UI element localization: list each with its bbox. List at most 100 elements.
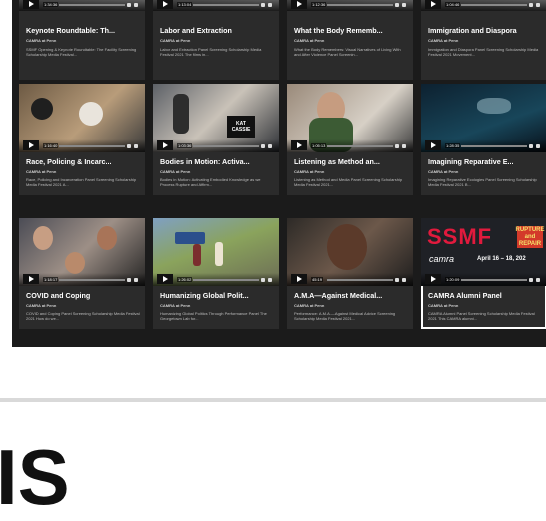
progress-bar[interactable] xyxy=(327,4,393,6)
play-icon[interactable] xyxy=(23,140,39,150)
gear-icon[interactable] xyxy=(395,3,399,7)
gear-icon[interactable] xyxy=(261,3,265,7)
video-title[interactable]: CAMRA Alumni Panel xyxy=(428,291,542,300)
video-thumbnail[interactable]: 1:04:46 xyxy=(421,0,546,11)
channel-name[interactable]: CAMRA at Penn xyxy=(160,169,190,174)
video-thumbnail[interactable]: KAT CASSIE 1:03:36 xyxy=(153,84,279,152)
video-title[interactable]: What the Body Rememb... xyxy=(294,26,408,35)
video-thumbnail[interactable]: 1:12:36 xyxy=(287,0,413,11)
progress-bar[interactable] xyxy=(193,145,259,147)
video-card-info[interactable]: What the Body Rememb... CAMRA at Penn Wh… xyxy=(287,16,413,80)
progress-bar[interactable] xyxy=(461,279,527,281)
video-card[interactable]: SSMF RUPTURE and REPAIR camra April 16 –… xyxy=(421,218,546,329)
play-icon[interactable] xyxy=(291,274,307,284)
gear-icon[interactable] xyxy=(395,278,399,282)
video-thumbnail[interactable]: 1:34:36 xyxy=(19,0,145,11)
progress-bar[interactable] xyxy=(327,279,393,281)
play-icon[interactable] xyxy=(23,274,39,284)
channel-name[interactable]: CAMRA at Penn xyxy=(160,38,190,43)
video-card[interactable]: 1:12:36 xyxy=(287,0,413,16)
video-thumbnail[interactable]: 1:18:17 xyxy=(19,218,145,286)
video-card[interactable]: 1:05:13 Listening as Method an... CAMRA … xyxy=(287,84,413,195)
gear-icon[interactable] xyxy=(529,3,533,7)
video-thumbnail[interactable]: 1:05:13 xyxy=(287,84,413,152)
video-card[interactable]: KAT CASSIE 1:03:36 Bodies in Motion: Act… xyxy=(153,84,279,195)
channel-name[interactable]: CAMRA at Penn xyxy=(294,303,324,308)
play-icon[interactable] xyxy=(425,274,441,284)
channel-name[interactable]: CAMRA at Penn xyxy=(428,169,458,174)
progress-bar[interactable] xyxy=(461,145,527,147)
gear-icon[interactable] xyxy=(127,144,131,148)
video-title[interactable]: Labor and Extraction xyxy=(160,26,274,35)
play-icon[interactable] xyxy=(157,140,173,150)
gear-icon[interactable] xyxy=(127,278,131,282)
gear-icon[interactable] xyxy=(261,278,265,282)
fullscreen-icon[interactable] xyxy=(134,278,138,282)
fullscreen-icon[interactable] xyxy=(536,144,540,148)
progress-bar[interactable] xyxy=(193,4,259,6)
video-card[interactable]: 1:26:02 Humanizing Global Polit... CAMRA… xyxy=(153,218,279,329)
video-card[interactable]: 1:16:40 Race, Policing & Incarc... CAMRA… xyxy=(19,84,145,195)
video-card-info[interactable]: Immigration and Diaspora CAMRA at Penn I… xyxy=(421,16,546,80)
video-title[interactable]: A.M.A—Against Medical... xyxy=(294,291,408,300)
play-icon[interactable] xyxy=(425,140,441,150)
play-icon[interactable] xyxy=(157,274,173,284)
channel-name[interactable]: CAMRA at Penn xyxy=(428,38,458,43)
fullscreen-icon[interactable] xyxy=(268,144,272,148)
video-card[interactable]: 1:28:35 Imagining Reparative E... CAMRA … xyxy=(421,84,546,195)
gear-icon[interactable] xyxy=(261,144,265,148)
progress-bar[interactable] xyxy=(461,4,527,6)
video-thumbnail[interactable]: 1:28:35 xyxy=(421,84,546,152)
video-title[interactable]: COVID and Coping xyxy=(26,291,140,300)
video-card-info[interactable]: Keynote Roundtable: Th... CAMRA at Penn … xyxy=(19,16,145,80)
progress-bar[interactable] xyxy=(327,145,393,147)
progress-bar[interactable] xyxy=(59,279,125,281)
video-card[interactable]: 1:34:36 xyxy=(19,0,145,16)
fullscreen-icon[interactable] xyxy=(134,144,138,148)
fullscreen-icon[interactable] xyxy=(268,3,272,7)
video-title[interactable]: Listening as Method an... xyxy=(294,157,408,166)
video-title[interactable]: Humanizing Global Polit... xyxy=(160,291,274,300)
progress-bar[interactable] xyxy=(59,145,125,147)
play-icon[interactable] xyxy=(291,140,307,150)
video-thumbnail[interactable]: SSMF RUPTURE and REPAIR camra April 16 –… xyxy=(421,218,546,286)
fullscreen-icon[interactable] xyxy=(402,3,406,7)
channel-name[interactable]: CAMRA at Penn xyxy=(294,38,324,43)
video-title[interactable]: Immigration and Diaspora xyxy=(428,26,542,35)
video-card-info[interactable]: Labor and Extraction CAMRA at Penn Labor… xyxy=(153,16,279,80)
channel-name[interactable]: CAMRA at Penn xyxy=(294,169,324,174)
fullscreen-icon[interactable] xyxy=(536,3,540,7)
video-title[interactable]: Race, Policing & Incarc... xyxy=(26,157,140,166)
play-icon[interactable] xyxy=(157,0,173,9)
channel-name[interactable]: CAMRA at Penn xyxy=(160,303,190,308)
video-thumbnail[interactable]: 45:19 xyxy=(287,218,413,286)
video-card[interactable]: 45:19 A.M.A—Against Medical... CAMRA at … xyxy=(287,218,413,329)
play-icon[interactable] xyxy=(425,0,441,9)
fullscreen-icon[interactable] xyxy=(402,278,406,282)
video-title[interactable]: Bodies in Motion: Activa... xyxy=(160,157,274,166)
video-card[interactable]: 1:18:17 COVID and Coping CAMRA at Penn C… xyxy=(19,218,145,329)
channel-name[interactable]: CAMRA at Penn xyxy=(428,303,458,308)
video-thumbnail[interactable]: 1:13:04 xyxy=(153,0,279,11)
play-icon[interactable] xyxy=(291,0,307,9)
video-title[interactable]: Keynote Roundtable: Th... xyxy=(26,26,140,35)
play-icon[interactable] xyxy=(23,0,39,9)
channel-name[interactable]: CAMRA at Penn xyxy=(26,169,56,174)
video-thumbnail[interactable]: 1:16:40 xyxy=(19,84,145,152)
video-title[interactable]: Imagining Reparative E... xyxy=(428,157,542,166)
progress-bar[interactable] xyxy=(193,279,259,281)
gear-icon[interactable] xyxy=(529,278,533,282)
video-card[interactable]: 1:13:04 xyxy=(153,0,279,16)
progress-bar[interactable] xyxy=(59,4,125,6)
channel-name[interactable]: CAMRA at Penn xyxy=(26,303,56,308)
fullscreen-icon[interactable] xyxy=(536,278,540,282)
gear-icon[interactable] xyxy=(127,3,131,7)
fullscreen-icon[interactable] xyxy=(402,144,406,148)
fullscreen-icon[interactable] xyxy=(134,3,138,7)
channel-name[interactable]: CAMRA at Penn xyxy=(26,38,56,43)
fullscreen-icon[interactable] xyxy=(268,278,272,282)
video-card[interactable]: 1:04:46 xyxy=(421,0,546,16)
video-thumbnail[interactable]: 1:26:02 xyxy=(153,218,279,286)
gear-icon[interactable] xyxy=(395,144,399,148)
gear-icon[interactable] xyxy=(529,144,533,148)
